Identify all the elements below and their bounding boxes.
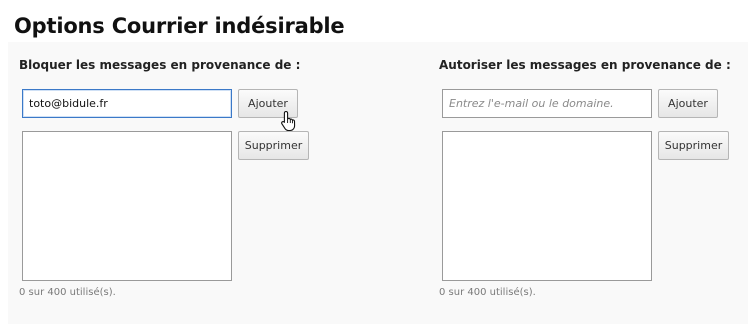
junk-mail-options-panel: Bloquer les messages en provenance de : … xyxy=(8,42,748,324)
blocked-senders-list[interactable] xyxy=(22,131,232,281)
allowed-add-button[interactable]: Ajouter xyxy=(658,89,718,118)
hand-pointer-cursor-icon xyxy=(281,110,296,132)
allowed-senders-list[interactable] xyxy=(442,131,652,281)
blocked-remove-button[interactable]: Supprimer xyxy=(238,131,309,160)
allowed-usage-count: 0 sur 400 utilisé(s). xyxy=(439,287,536,298)
blocked-senders-label: Bloquer les messages en provenance de : xyxy=(19,58,301,72)
blocked-usage-count: 0 sur 400 utilisé(s). xyxy=(19,287,116,298)
allowed-remove-button[interactable]: Supprimer xyxy=(658,131,729,160)
allowed-senders-label: Autoriser les messages en provenance de … xyxy=(439,58,731,72)
blocked-sender-input[interactable] xyxy=(22,89,232,118)
allowed-sender-input[interactable] xyxy=(442,89,652,118)
page-title: Options Courrier indésirable xyxy=(14,14,345,38)
